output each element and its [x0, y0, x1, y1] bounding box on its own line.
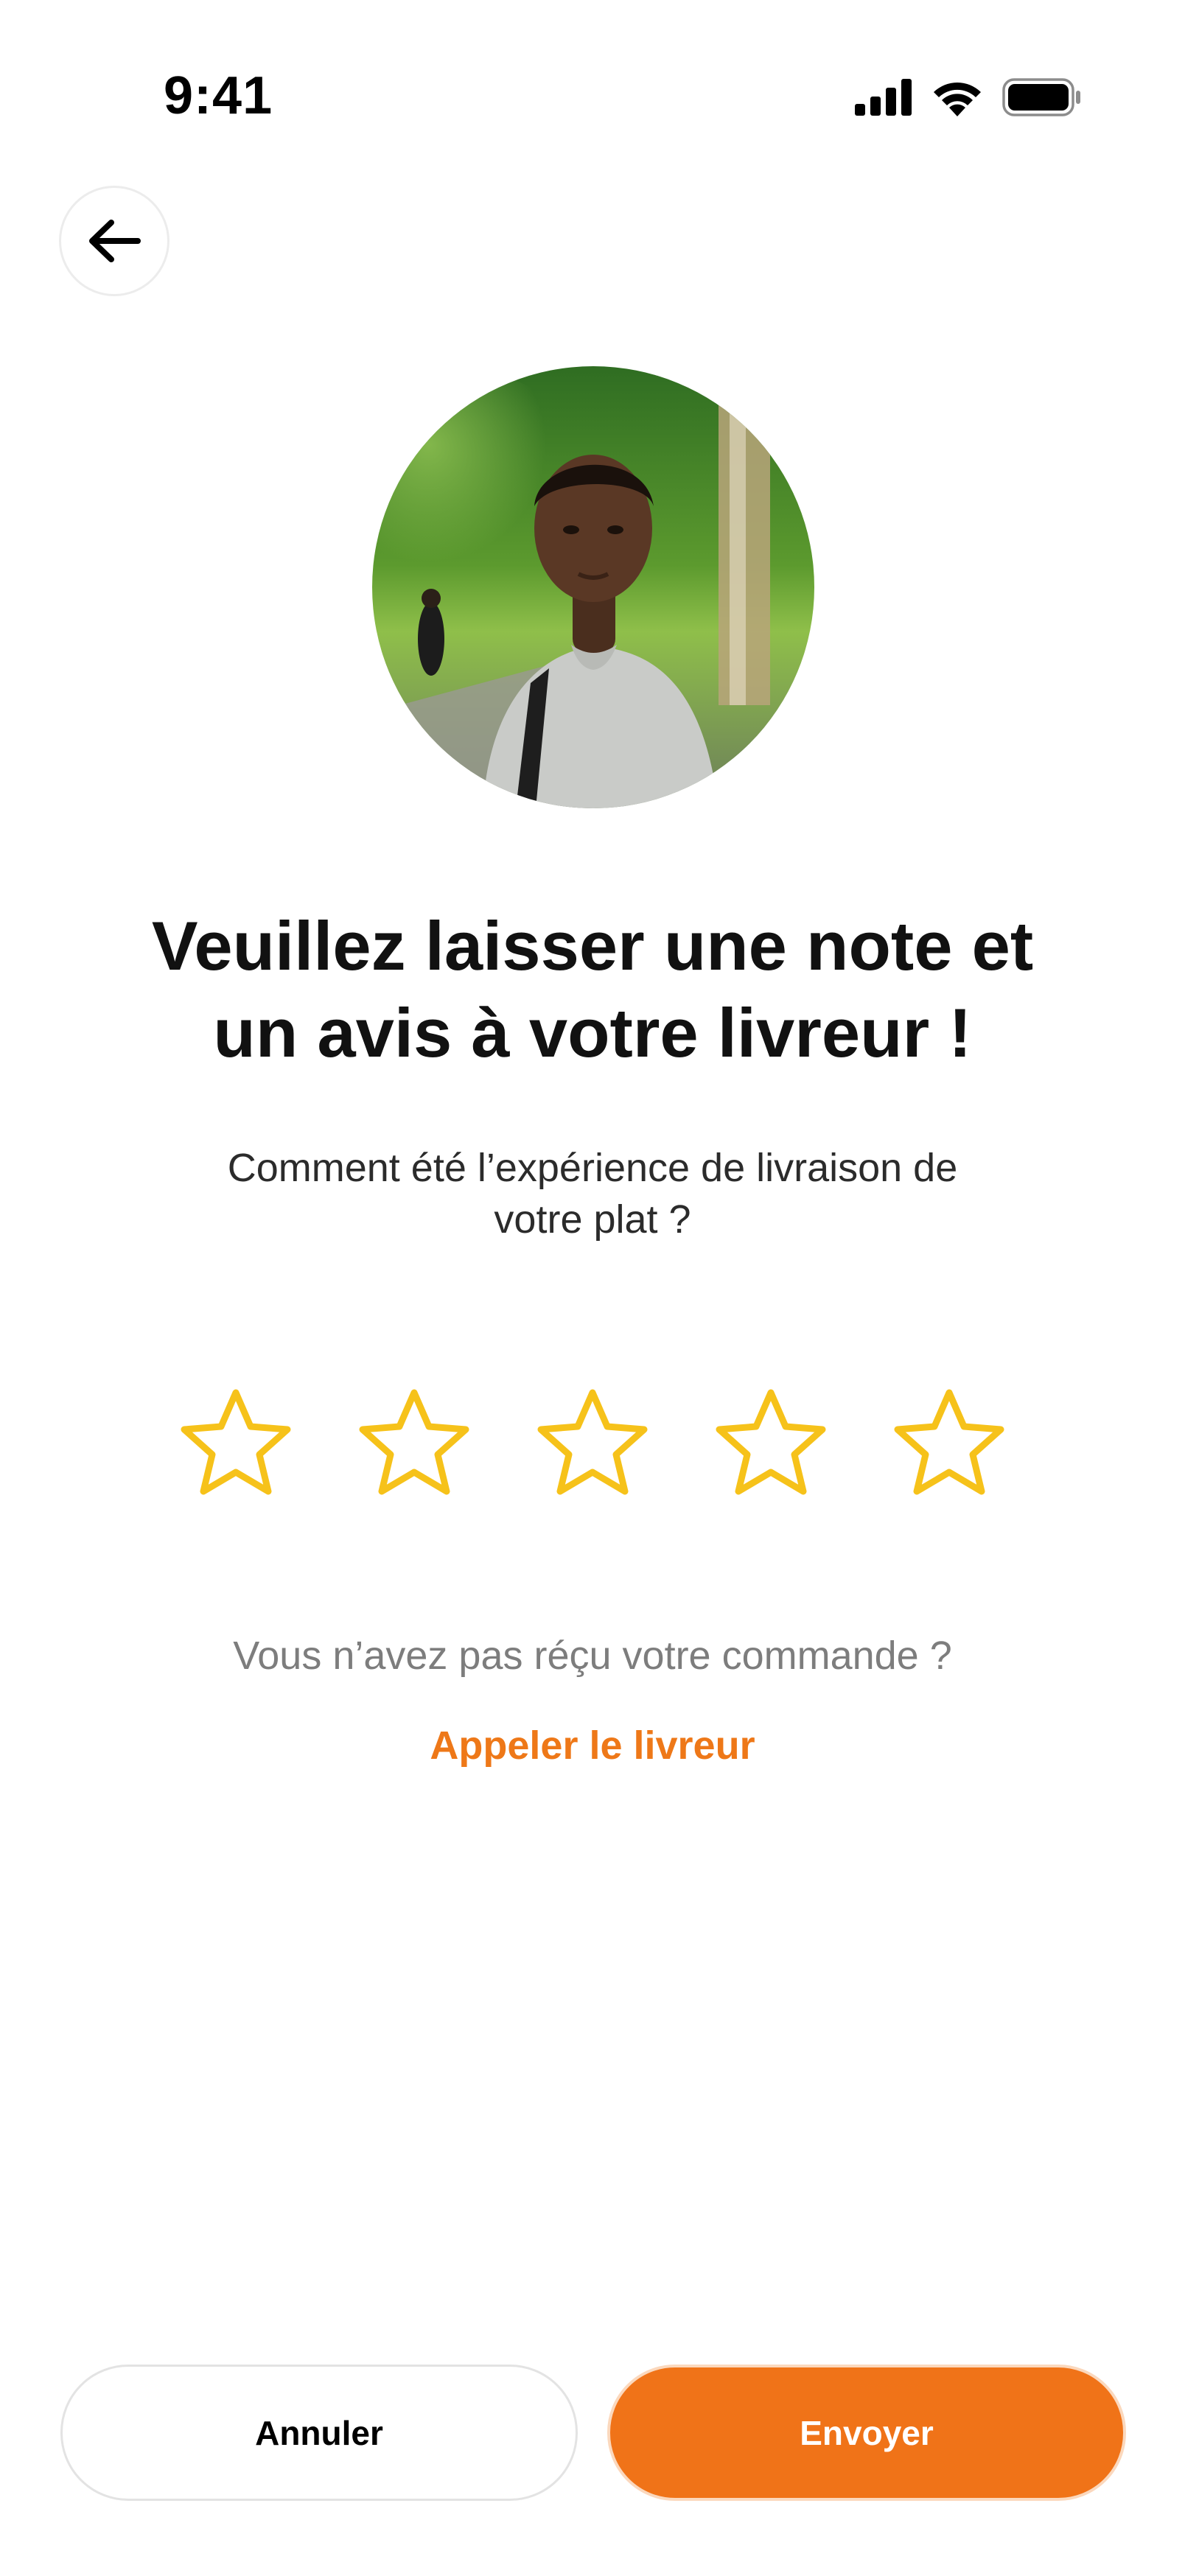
page-title: Veuillez laisser une note et un avis à v…: [77, 903, 1108, 1077]
status-time: 9:41: [164, 66, 273, 125]
page-subtitle-line-1: Comment été l’expérience de livraison de: [227, 1146, 958, 1190]
page-subtitle-line-2: votre plat ?: [494, 1197, 691, 1242]
status-bar: 9:41: [0, 0, 1185, 147]
page-title-line-1: Veuillez laisser une note et: [151, 907, 1034, 984]
star-4-icon[interactable]: [712, 1385, 830, 1503]
courier-photo: [372, 366, 814, 808]
missing-order-question: Vous n’avez pas réçu votre commande ?: [233, 1634, 952, 1678]
star-rating: [177, 1385, 1010, 1503]
page-subtitle: Comment été l’expérience de livraison de…: [150, 1142, 1035, 1245]
wifi-icon: [934, 83, 981, 116]
send-button[interactable]: Envoyer: [607, 2365, 1126, 2501]
star-2-icon[interactable]: [355, 1385, 473, 1503]
courier-avatar: [372, 366, 814, 808]
star-5-icon[interactable]: [890, 1385, 1008, 1503]
star-1-icon[interactable]: [177, 1385, 295, 1503]
page-title-line-2: un avis à votre livreur !: [213, 994, 972, 1071]
call-courier-link[interactable]: Appeler le livreur: [77, 1720, 1108, 1771]
battery-icon: [1002, 78, 1080, 116]
cancel-button[interactable]: Annuler: [60, 2365, 578, 2501]
signal-icon: [855, 79, 912, 116]
status-icons: [855, 71, 1082, 124]
back-button[interactable]: [59, 186, 169, 296]
star-3-icon[interactable]: [534, 1385, 651, 1503]
arrow-left-icon: [89, 220, 141, 262]
